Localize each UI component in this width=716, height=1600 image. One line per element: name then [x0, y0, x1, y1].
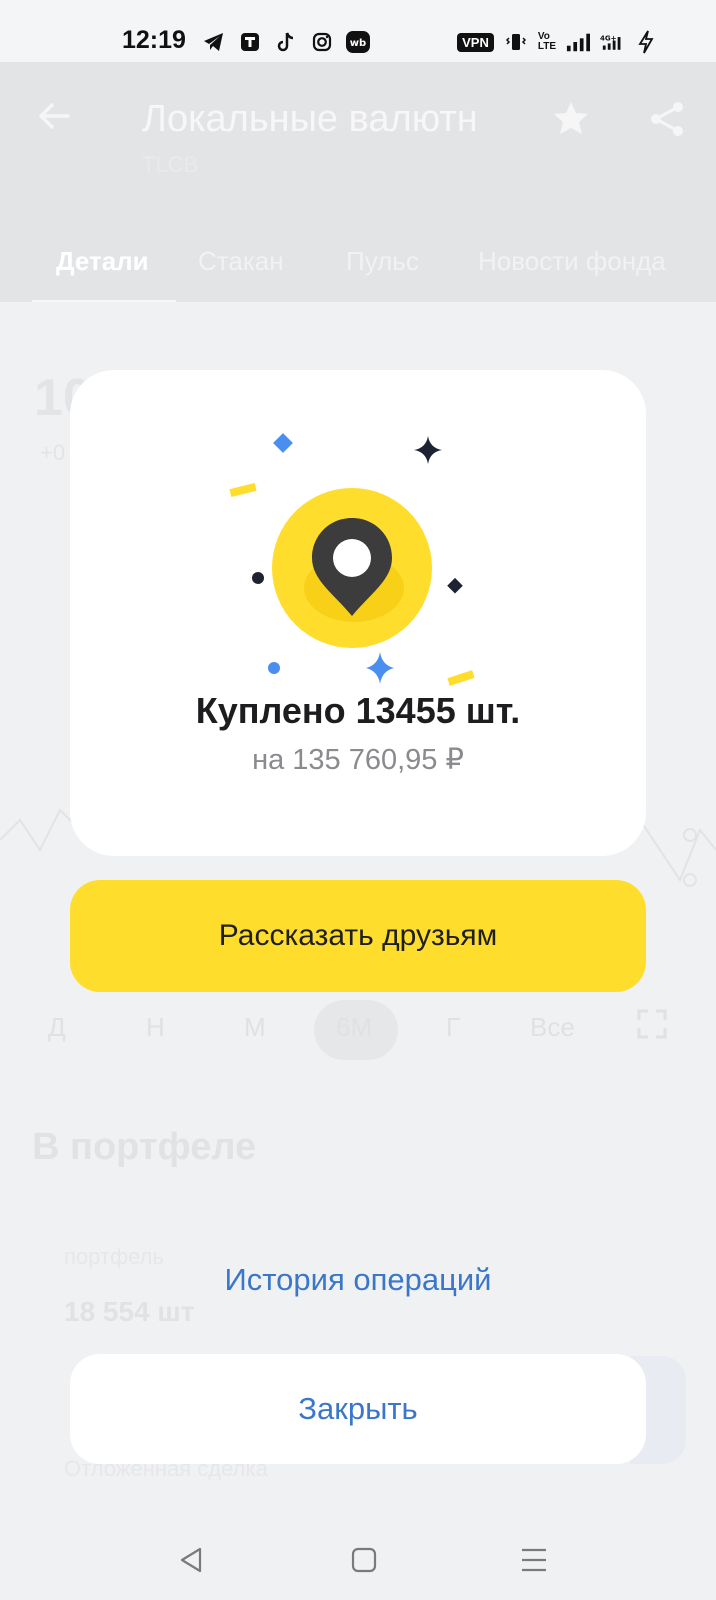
portfolio-section-title: В портфеле — [32, 1126, 257, 1168]
nav-menu-icon[interactable] — [514, 1540, 554, 1580]
status-bar: 12:19 wb VPN Vo LTE 4G+ — [0, 0, 716, 62]
svg-text:wb: wb — [350, 38, 366, 49]
telegram-icon — [202, 30, 226, 54]
header-subtitle: TLCB — [142, 152, 199, 177]
volte-indicator: Vo LTE — [537, 31, 556, 52]
signal-4g-icon: 4G+ — [600, 30, 624, 54]
share-icon[interactable] — [648, 100, 686, 143]
period-6m[interactable]: 6М — [336, 1012, 372, 1043]
period-month[interactable]: М — [244, 1012, 266, 1043]
period-day[interactable]: Д — [48, 1012, 66, 1043]
header-title: Локальные валютн — [142, 98, 478, 140]
tab-details[interactable]: Детали — [56, 246, 149, 277]
confetti-diamond-dark — [447, 577, 463, 594]
battery-charging-icon — [634, 30, 658, 54]
period-all[interactable]: Все — [530, 1012, 575, 1043]
system-icons: VPN Vo LTE 4G+ — [457, 30, 658, 54]
tab-pulse[interactable]: Пульс — [346, 246, 419, 277]
price-change: +0 — [40, 440, 66, 465]
portfolio-holdings: 18 554 шт — [64, 1296, 195, 1327]
operations-history-link[interactable]: История операций — [0, 1262, 716, 1298]
fullscreen-icon[interactable] — [636, 1008, 668, 1047]
notification-icons: wb — [202, 30, 370, 54]
purchase-title: Куплено 13455 шт. — [195, 690, 521, 731]
vpn-badge: VPN — [457, 32, 494, 52]
status-time: 12:19 — [122, 26, 186, 54]
period-year[interactable]: Г — [446, 1012, 460, 1043]
close-button[interactable]: Закрыть — [70, 1354, 646, 1464]
location-pin-illustration — [229, 433, 475, 686]
confetti-yellow-2 — [447, 670, 475, 686]
period-selector: Д Н М 6М Г Все — [0, 1000, 716, 1064]
tab-fund-news[interactable]: Новости фонда — [478, 246, 666, 277]
star-icon[interactable] — [552, 100, 590, 141]
nav-back-icon[interactable] — [172, 1540, 212, 1580]
confetti-dot-dark — [252, 572, 264, 584]
tiktok-icon — [274, 30, 298, 54]
sparkle-dark — [414, 436, 442, 464]
vibrate-icon — [504, 30, 528, 54]
tab-orderbook[interactable]: Стакан — [198, 246, 284, 277]
nav-home-icon[interactable] — [344, 1540, 384, 1580]
sparkle-blue — [366, 652, 394, 684]
purchase-success-card: Куплено 13455 шт. на 135 760,95 ₽ — [70, 370, 646, 856]
back-arrow-icon[interactable] — [36, 98, 72, 139]
signal-icon — [566, 30, 590, 54]
confetti-dot-blue — [268, 662, 280, 674]
wildberries-icon: wb — [346, 30, 370, 54]
period-week[interactable]: Н — [146, 1012, 165, 1043]
confetti-diamond-blue — [273, 433, 293, 453]
confetti-yellow — [229, 482, 257, 498]
system-nav-bar — [0, 1520, 716, 1600]
share-with-friends-button[interactable]: Рассказать друзьям — [70, 880, 646, 992]
instagram-icon — [310, 30, 334, 54]
tab-bar: Детали Стакан Пульс Новости фонда — [0, 238, 716, 302]
purchase-amount: на 135 760,95 ₽ — [252, 744, 464, 776]
tbank-icon — [238, 30, 262, 54]
